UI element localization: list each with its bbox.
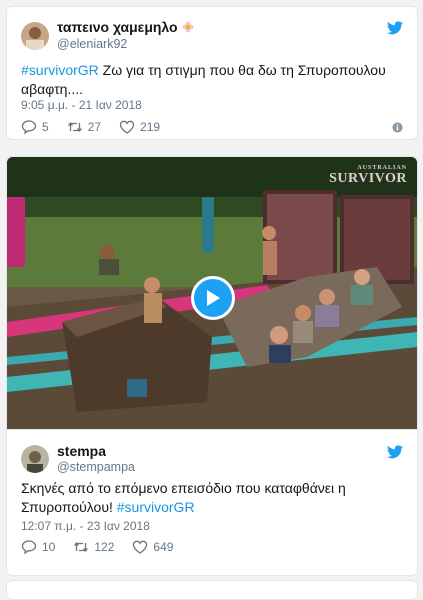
retweet-icon	[67, 121, 82, 133]
reply-count: 5	[42, 120, 49, 134]
tweet-actions: 10 122 649	[21, 540, 191, 554]
info-icon[interactable]	[392, 122, 403, 133]
timestamp[interactable]: 9:05 μ.μ. - 21 Ιαν 2018	[21, 98, 142, 112]
reply-button[interactable]: 10	[21, 540, 55, 554]
tweet-header: stempa @stempampa	[21, 443, 135, 475]
tweet-text: #survivorGR Ζω για τη στιγμη που θα δω τ…	[21, 61, 403, 99]
hashtag-link[interactable]: #survivorGR	[117, 499, 195, 515]
heart-icon	[133, 540, 148, 554]
play-button[interactable]	[191, 276, 235, 320]
timestamp[interactable]: 12:07 π.μ. - 23 Ιαν 2018	[21, 519, 150, 533]
display-name[interactable]: ταπεινο χαμεμηλο	[57, 19, 178, 35]
reply-button[interactable]: 5	[21, 120, 49, 134]
like-button[interactable]: 649	[132, 540, 173, 554]
user-handle[interactable]: @stempampa	[57, 459, 135, 475]
display-name[interactable]: stempa	[57, 443, 135, 459]
retweet-button[interactable]: 27	[67, 120, 101, 134]
like-button[interactable]: 219	[119, 120, 160, 134]
like-count: 649	[153, 540, 174, 554]
retweet-icon	[74, 541, 89, 553]
reply-count: 10	[42, 540, 56, 554]
show-logo-watermark: AUSTRALIAN SURVIVOR	[329, 165, 407, 186]
divider	[7, 429, 417, 430]
video-thumbnail[interactable]: AUSTRALIAN SURVIVOR	[7, 157, 417, 429]
flower-emoji-icon	[182, 21, 194, 33]
avatar[interactable]	[21, 445, 49, 473]
tweet-card-1[interactable]: ταπεινο χαμεμηλο @eleniark92 #survivorGR…	[6, 6, 418, 140]
avatar[interactable]	[21, 21, 49, 50]
tweet-header: ταπεινο χαμεμηλο @eleniark92	[21, 19, 194, 52]
tweet-card-3[interactable]	[6, 580, 418, 600]
retweet-button[interactable]: 122	[73, 540, 114, 554]
user-handle[interactable]: @eleniark92	[57, 36, 194, 52]
reply-icon	[21, 120, 37, 134]
play-icon	[207, 290, 220, 306]
retweet-count: 27	[87, 120, 102, 134]
twitter-bird-icon[interactable]	[387, 445, 403, 459]
tweet-text: Σκηνές από το επόμενο επεισόδιο που κατα…	[21, 479, 403, 517]
hashtag-link[interactable]: #survivorGR	[21, 62, 99, 78]
retweet-count: 122	[94, 540, 115, 554]
tweet-actions: 5 27 219	[21, 120, 178, 134]
like-count: 219	[140, 120, 161, 134]
tweet-card-2[interactable]: AUSTRALIAN SURVIVOR stempa @stempampa Σκ…	[6, 156, 418, 576]
reply-icon	[21, 540, 37, 554]
heart-icon	[119, 120, 135, 134]
twitter-bird-icon[interactable]	[387, 21, 403, 35]
